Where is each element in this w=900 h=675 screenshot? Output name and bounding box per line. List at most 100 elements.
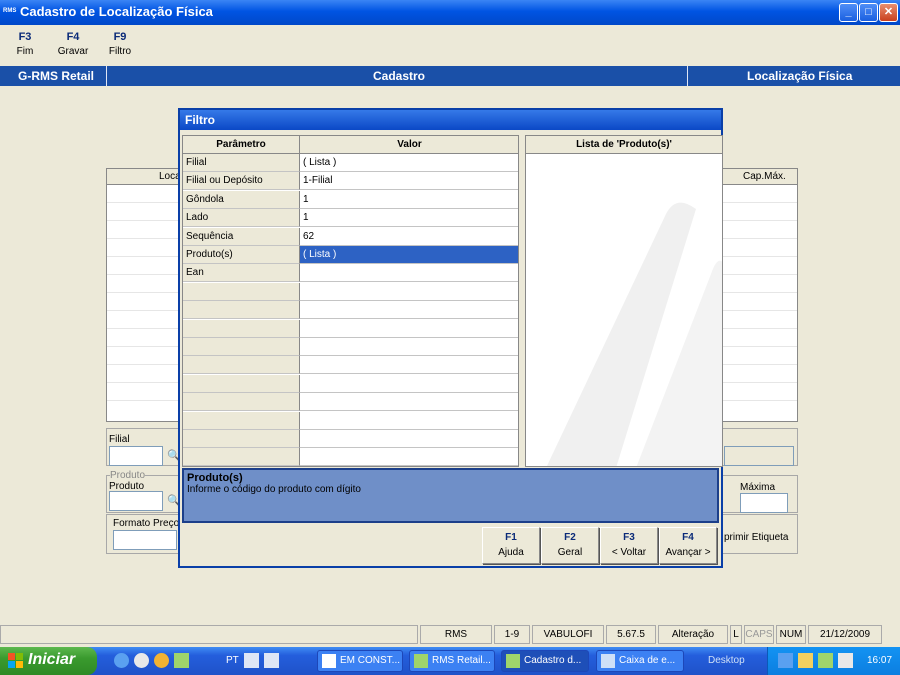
rms-watermark-logo [546,202,722,466]
maximize-icon[interactable]: □ [859,3,878,22]
parameter-value [300,319,518,338]
parameter-value [300,393,518,412]
voltar-button[interactable]: F3 < Voltar [600,527,658,564]
word-doc-icon [322,654,336,668]
parameter-name: Gôndola [183,190,300,209]
parameter-value[interactable]: 1 [300,209,518,228]
formato-preco-label: Formato Preço I [113,518,185,529]
rms-quicklaunch-icon[interactable] [174,653,189,668]
mail-icon [601,654,615,668]
parameter-row[interactable]: Lado 1 [183,209,518,228]
geral-button[interactable]: F2 Geral [541,527,599,564]
system-tray: 16:07 [767,647,900,675]
parameter-value [300,356,518,375]
parameter-name: Lado [183,209,300,228]
toolbar: F3 Fim F4 Gravar F9 Filtro [0,25,900,65]
parameter-value[interactable]: 62 [300,227,518,246]
parameter-value[interactable]: 1 [300,190,518,209]
parameter-name: Sequência [183,227,300,246]
parameter-name [183,319,300,338]
status-caps: CAPS [744,625,774,644]
clock[interactable]: 16:07 [867,655,892,666]
minimize-icon[interactable]: _ [839,3,858,22]
formato-preco-input[interactable] [113,530,177,550]
parameter-value[interactable]: 1-Filial [300,172,518,191]
ajuda-button[interactable]: F1 Ajuda [482,527,540,564]
close-icon[interactable]: ✕ [879,3,898,22]
maxima-label: Máxima [740,482,776,493]
status-l: L [730,625,742,644]
desktop-toolbar-label[interactable]: Desktop [708,655,745,666]
status-num: NUM [776,625,806,644]
rms-tray-icon[interactable] [818,653,833,668]
filial-label: Filial [109,434,130,445]
product-list-panel[interactable]: Lista de 'Produto(s)' [525,135,723,467]
empty-row [183,356,518,375]
parameter-name [183,301,300,320]
avancar-button[interactable]: F4 Avançar > [659,527,717,564]
col-header-parametro: Parâmetro [183,136,300,154]
volume-tray-icon[interactable] [838,653,853,668]
rms-app-icon [506,654,520,668]
maxima-input[interactable] [740,493,788,513]
parameter-value[interactable]: ( Lista ) [300,246,518,264]
empty-row [183,338,518,356]
grid-header-cap-max: Cap.Máx. [743,171,786,182]
media-quicklaunch-icon[interactable] [154,653,169,668]
help-icon[interactable] [264,653,279,668]
parameter-name: Produto(s) [183,246,300,264]
imprimir-etiqueta-label[interactable]: primir Etiqueta [724,532,788,543]
filial-description-field [724,446,794,466]
parameter-name: Filial [183,154,300,172]
taskbar-item-caixa-de-entrada[interactable]: Caixa de e... [596,650,684,672]
empty-row [183,393,518,412]
parameter-row[interactable]: Filial ou Depósito 1-Filial [183,172,518,191]
parameter-row[interactable]: Sequência 62 [183,227,518,246]
window-title: Cadastro de Localização Física [20,4,213,19]
parameter-row[interactable]: Produto(s)( Lista ) [183,246,518,264]
dialog-title[interactable]: Filtro [180,110,721,130]
filter-dialog: Filtro Parâmetro Valor Filial( Lista ) Fi… [178,108,723,568]
empty-row [183,411,518,430]
start-button[interactable]: Iniciar [0,647,97,675]
parameter-value[interactable]: ( Lista ) [300,154,518,172]
window-titlebar[interactable]: RMS Cadastro de Localização Física _ □ ✕ [0,0,900,25]
empty-row [183,319,518,338]
app-icon: RMS [3,8,17,14]
ie-quicklaunch-icon[interactable] [114,653,129,668]
parameter-name: Filial ou Depósito [183,172,300,191]
parameter-value[interactable] [300,264,518,283]
parameter-name [183,430,300,448]
help-box: Produto(s) Informe o código do produto c… [182,468,719,523]
produto-input[interactable] [109,491,163,511]
band-app-name: G-RMS Retail [18,69,95,83]
security-tray-icon[interactable] [798,653,813,668]
empty-row [183,282,518,301]
toolbar-filtro-button[interactable]: F9 Filtro [106,31,134,57]
parameter-row[interactable]: Gôndola 1 [183,190,518,209]
status-app: RMS [420,625,492,644]
parameter-row[interactable]: Ean [183,264,518,283]
parameter-name [183,411,300,430]
parameter-row[interactable]: Filial( Lista ) [183,154,518,172]
windows-taskbar: Iniciar PT EM CONST... RMS Retail... Cad… [0,647,900,675]
filial-input[interactable] [109,446,163,466]
header-band: G-RMS Retail Cadastro Localização Física [0,66,900,86]
toolbar-gravar-button[interactable]: F4 Gravar [56,31,90,57]
explorer-quicklaunch-icon[interactable] [134,653,149,668]
keyboard-icon[interactable] [244,653,259,668]
parameter-name [183,374,300,393]
taskbar-item-rms-retail[interactable]: RMS Retail... [409,650,495,672]
empty-row [183,430,518,448]
band-screen-name: Localização Física [747,69,853,83]
toolbar-fim-button[interactable]: F3 Fim [12,31,38,57]
help-title: Produto(s) [187,472,243,484]
parameter-value [300,430,518,448]
parameter-table: Parâmetro Valor Filial( Lista ) Filial ou… [182,135,519,467]
taskbar-item-cadastro[interactable]: Cadastro d... [501,650,589,672]
language-indicator[interactable]: PT [226,655,239,666]
parameter-name: Ean [183,264,300,283]
network-tray-icon[interactable] [778,653,793,668]
taskbar-item-em-const[interactable]: EM CONST... [317,650,403,672]
parameter-value [300,374,518,393]
